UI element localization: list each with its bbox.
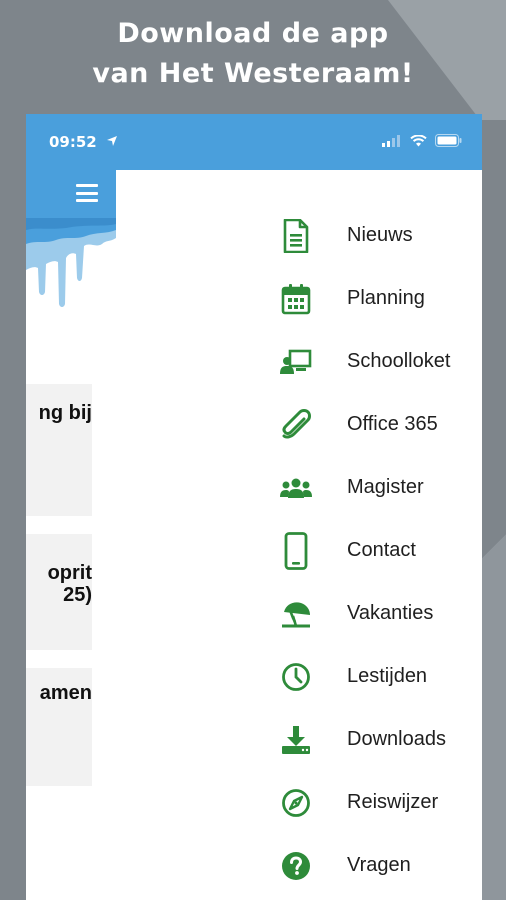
menu-item-magister[interactable]: Magister [116,458,482,521]
users-icon [280,470,312,506]
calendar-icon [280,281,312,317]
menu-item-planning[interactable]: Planning [116,269,482,332]
document-icon [280,218,312,254]
card-1-title: ng bij [38,402,92,424]
download-icon [280,722,312,758]
status-bar: 09:52 [26,114,482,170]
battery-icon [435,134,462,147]
headline-line-2: van Het Westeraam! [92,58,414,89]
phone-screen: 09:52 ng bij oprit 25) amen Nieuws Plann… [26,114,482,900]
paperclip-icon [280,407,312,443]
paint-splash-image [26,218,116,307]
menu-item-label: Lestijden [347,665,428,687]
menu-item-schoolloket[interactable]: Schoolloket [116,332,482,395]
signal-icon [382,134,400,147]
menu-item-downloads[interactable]: Downloads [116,710,482,773]
teacher-board-icon [280,344,312,380]
clock-icon [280,659,312,695]
menu-item-label: Contact [347,539,416,561]
menu-item-contact[interactable]: Contact [116,521,482,584]
menu-item-label: Magister [347,476,424,498]
menu-item-label: Reiswijzer [347,791,439,813]
card-2-title-line-2: 25) [63,584,92,606]
card-3-title: amen [39,682,92,704]
menu-item-label: Nieuws [347,224,413,246]
menu-item-vakanties[interactable]: Vakanties [116,584,482,647]
menu-item-lestijden[interactable]: Lestijden [116,647,482,710]
menu-item-nieuws[interactable]: Nieuws [116,206,482,269]
status-icons [382,134,462,147]
menu-item-label: Schoolloket [347,350,451,372]
headline-line-1: Download de app [117,18,389,49]
news-card-2[interactable]: oprit 25) [26,534,92,650]
menu-item-office-365[interactable]: Office 365 [116,395,482,458]
underlying-app-content: ng bij oprit 25) amen [26,170,116,900]
news-card-1[interactable]: ng bij [26,384,92,516]
navigation-drawer: Nieuws Planning Schoolloket Office 365 M… [116,206,482,900]
promo-headline: Download de app van Het Westeraam! [0,14,506,94]
menu-item-label: Vakanties [347,602,434,624]
news-card-3[interactable]: amen [26,668,92,786]
menu-item-reiswijzer[interactable]: Reiswijzer [116,773,482,836]
menu-item-label: Downloads [347,728,446,750]
app-header [26,170,116,218]
beach-umbrella-icon [280,596,312,632]
status-time: 09:52 [49,133,97,151]
card-2-title-line-1: oprit [47,562,92,584]
question-icon [280,848,312,884]
mobile-phone-icon [280,532,312,570]
menu-item-label: Vragen [347,854,411,876]
compass-icon [280,785,312,821]
menu-item-vragen[interactable]: Vragen [116,836,482,899]
wifi-icon [410,134,427,146]
menu-item-label: Planning [347,287,425,309]
menu-item-label: Office 365 [347,413,438,435]
location-arrow-icon [107,136,117,146]
hamburger-menu-button[interactable] [76,184,98,202]
